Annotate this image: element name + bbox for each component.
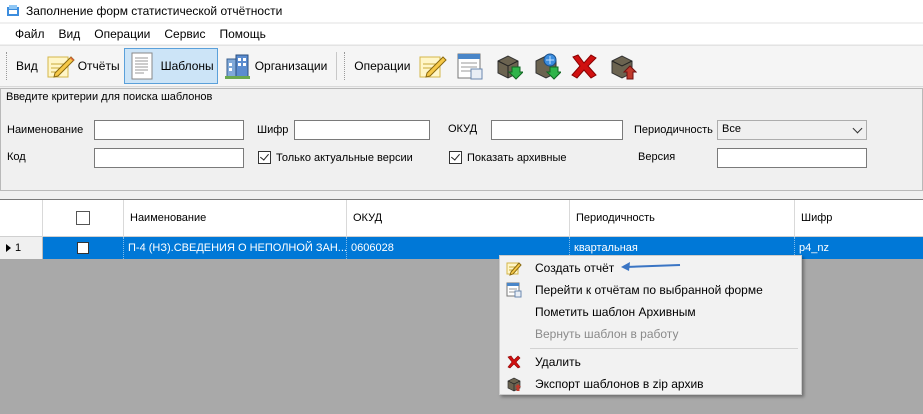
- export-tool-button[interactable]: [603, 48, 641, 84]
- version-label: Версия: [638, 151, 676, 163]
- name-label: Наименование: [7, 124, 84, 136]
- checkmark-icon: [451, 151, 460, 161]
- toolbar-grip[interactable]: [6, 52, 9, 80]
- period-label: Периодичность: [634, 124, 713, 136]
- column-okud[interactable]: ОКУД: [347, 200, 570, 237]
- title-bar: Заполнение форм статистической отчётност…: [0, 0, 923, 22]
- toolbar-view-label: Вид: [16, 59, 38, 73]
- toolbar-separator: [336, 52, 338, 80]
- menu-bar: Файл Вид Операции Сервис Помощь: [0, 24, 923, 44]
- code-label: Код: [7, 151, 26, 163]
- row-number: 1: [15, 242, 22, 254]
- menu-help[interactable]: Помощь: [212, 27, 272, 41]
- form-list-icon: [455, 51, 485, 81]
- menu-export-zip-label: Экспорт шаблонов в zip архив: [535, 377, 704, 391]
- reports-button-label: Отчёты: [77, 59, 120, 73]
- grid-header: Наименование ОКУД Периодичность Шифр: [0, 200, 923, 237]
- name-search-input[interactable]: [94, 120, 244, 140]
- toolbar-operations-label: Операции: [354, 59, 411, 73]
- menu-file[interactable]: Файл: [8, 27, 52, 41]
- organizations-button-label: Организации: [254, 59, 328, 73]
- export-up-icon: [607, 51, 638, 81]
- menu-export-zip[interactable]: Экспорт шаблонов в zip архив: [500, 373, 801, 395]
- cipher-search-input[interactable]: [294, 120, 430, 140]
- organizations-button[interactable]: Организации: [218, 48, 332, 84]
- row-header[interactable]: 1: [0, 237, 43, 259]
- period-select-value: Все: [722, 123, 741, 135]
- delete-x-icon: [506, 354, 522, 370]
- templates-button-label: Шаблоны: [160, 59, 214, 73]
- menu-operations[interactable]: Операции: [87, 27, 157, 41]
- create-report-tool-button[interactable]: [413, 48, 451, 84]
- buildings-icon: [222, 51, 252, 81]
- import-tool-button[interactable]: [489, 48, 527, 84]
- row-check-cell: [43, 237, 124, 259]
- menu-mark-archived[interactable]: Пометить шаблон Архивным: [500, 301, 801, 323]
- criteria-caption: Введите критерии для поиска шаблонов: [6, 91, 213, 103]
- row-checkbox[interactable]: [77, 242, 89, 254]
- toolbar: Вид Отчёты Шаблоны Организации Операции: [0, 45, 923, 87]
- menu-delete[interactable]: Удалить: [500, 351, 801, 373]
- form-list-icon: [506, 282, 522, 298]
- select-all-checkbox[interactable]: [76, 211, 90, 225]
- okud-label: ОКУД: [448, 123, 478, 135]
- app-icon: [6, 4, 20, 18]
- pencil-note-icon: [45, 51, 75, 81]
- annotation-arrow-icon: [621, 262, 681, 271]
- menu-view[interactable]: Вид: [52, 27, 88, 41]
- go-to-reports-tool-button[interactable]: [451, 48, 489, 84]
- pencil-note-icon: [417, 51, 448, 81]
- menu-go-to-reports[interactable]: Перейти к отчётам по выбранной форме: [500, 279, 801, 301]
- only-actual-label[interactable]: Только актуальные версии: [276, 152, 413, 164]
- version-search-input[interactable]: [717, 148, 867, 168]
- menu-return-to-work: Вернуть шаблон в работу: [500, 323, 801, 345]
- delete-tool-button[interactable]: [565, 48, 603, 84]
- templates-button[interactable]: Шаблоны: [123, 48, 218, 84]
- context-menu: Создать отчёт Перейти к отчётам по выбра…: [499, 255, 802, 395]
- download-tool-button[interactable]: [527, 48, 565, 84]
- current-row-icon: [6, 244, 11, 253]
- show-archive-label[interactable]: Показать архивные: [467, 152, 567, 164]
- menu-separator: [530, 348, 798, 349]
- cipher-label: Шифр: [257, 124, 289, 136]
- period-select[interactable]: Все: [717, 120, 867, 140]
- archive-export-icon: [506, 376, 522, 392]
- code-search-input[interactable]: [94, 148, 244, 168]
- toolbar-grip-2[interactable]: [344, 52, 347, 80]
- column-name[interactable]: Наименование: [124, 200, 347, 237]
- window-title: Заполнение форм статистической отчётност…: [26, 4, 283, 18]
- chevron-down-icon: [852, 123, 863, 134]
- okud-search-input[interactable]: [491, 120, 623, 140]
- show-archive-checkbox[interactable]: [449, 151, 462, 164]
- menu-service[interactable]: Сервис: [157, 27, 212, 41]
- document-icon: [128, 51, 158, 81]
- row-header-corner: [0, 200, 43, 237]
- menu-delete-label: Удалить: [535, 355, 581, 369]
- search-criteria-panel: Введите критерии для поиска шаблонов Наи…: [0, 88, 923, 191]
- menu-create-report-label: Создать отчёт: [535, 261, 615, 275]
- globe-download-icon: [531, 51, 563, 81]
- cell-name[interactable]: П-4 (НЗ).СВЕДЕНИЯ О НЕПОЛНОЙ ЗАН...: [124, 237, 347, 259]
- menu-return-to-work-label: Вернуть шаблон в работу: [535, 327, 679, 341]
- menu-mark-archived-label: Пометить шаблон Архивным: [535, 305, 696, 319]
- only-actual-checkbox[interactable]: [258, 151, 271, 164]
- select-all-column: [43, 200, 124, 237]
- reports-button[interactable]: Отчёты: [41, 48, 124, 84]
- import-down-icon: [493, 51, 525, 81]
- column-period[interactable]: Периодичность: [570, 200, 795, 237]
- checkmark-icon: [260, 151, 269, 161]
- column-cipher[interactable]: Шифр: [795, 200, 923, 237]
- delete-x-icon: [569, 51, 599, 81]
- cell-cipher[interactable]: p4_nz: [795, 237, 923, 259]
- menu-go-to-reports-label: Перейти к отчётам по выбранной форме: [535, 283, 763, 297]
- pencil-note-icon: [506, 260, 522, 276]
